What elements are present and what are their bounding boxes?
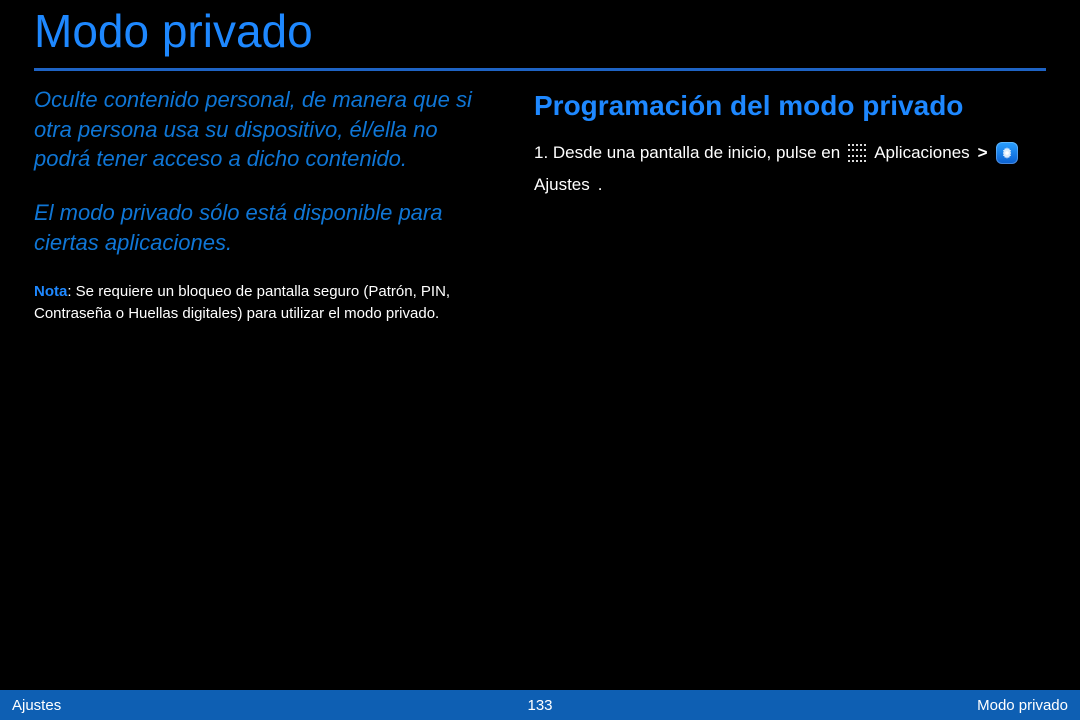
note-text: : Se requiere un bloqueo de pantalla seg… (34, 283, 450, 322)
footer-page-number: 133 (0, 697, 1080, 714)
step-prefix: 1. Desde una pantalla de inicio, pulse e… (534, 141, 840, 166)
step-suffix: . (598, 173, 603, 198)
title-rule (34, 68, 1046, 71)
chevron-separator: > (978, 141, 988, 166)
footer-bar: Ajustes 133 Modo privado (0, 690, 1080, 720)
gear-icon (996, 142, 1018, 164)
apps-grid-icon (848, 144, 866, 162)
apps-label: Aplicaciones (874, 141, 969, 166)
availability-paragraph: El modo privado sólo está disponible par… (34, 198, 494, 257)
note-paragraph: Nota: Se requiere un bloqueo de pantalla… (34, 281, 494, 325)
step-1: 1. Desde una pantalla de inicio, pulse e… (534, 141, 1046, 198)
intro-paragraph: Oculte contenido personal, de manera que… (34, 85, 494, 174)
section-heading: Programación del modo privado (534, 85, 1046, 123)
settings-label: Ajustes (534, 173, 590, 198)
note-label: Nota (34, 283, 67, 300)
page-title: Modo privado (34, 0, 1046, 64)
